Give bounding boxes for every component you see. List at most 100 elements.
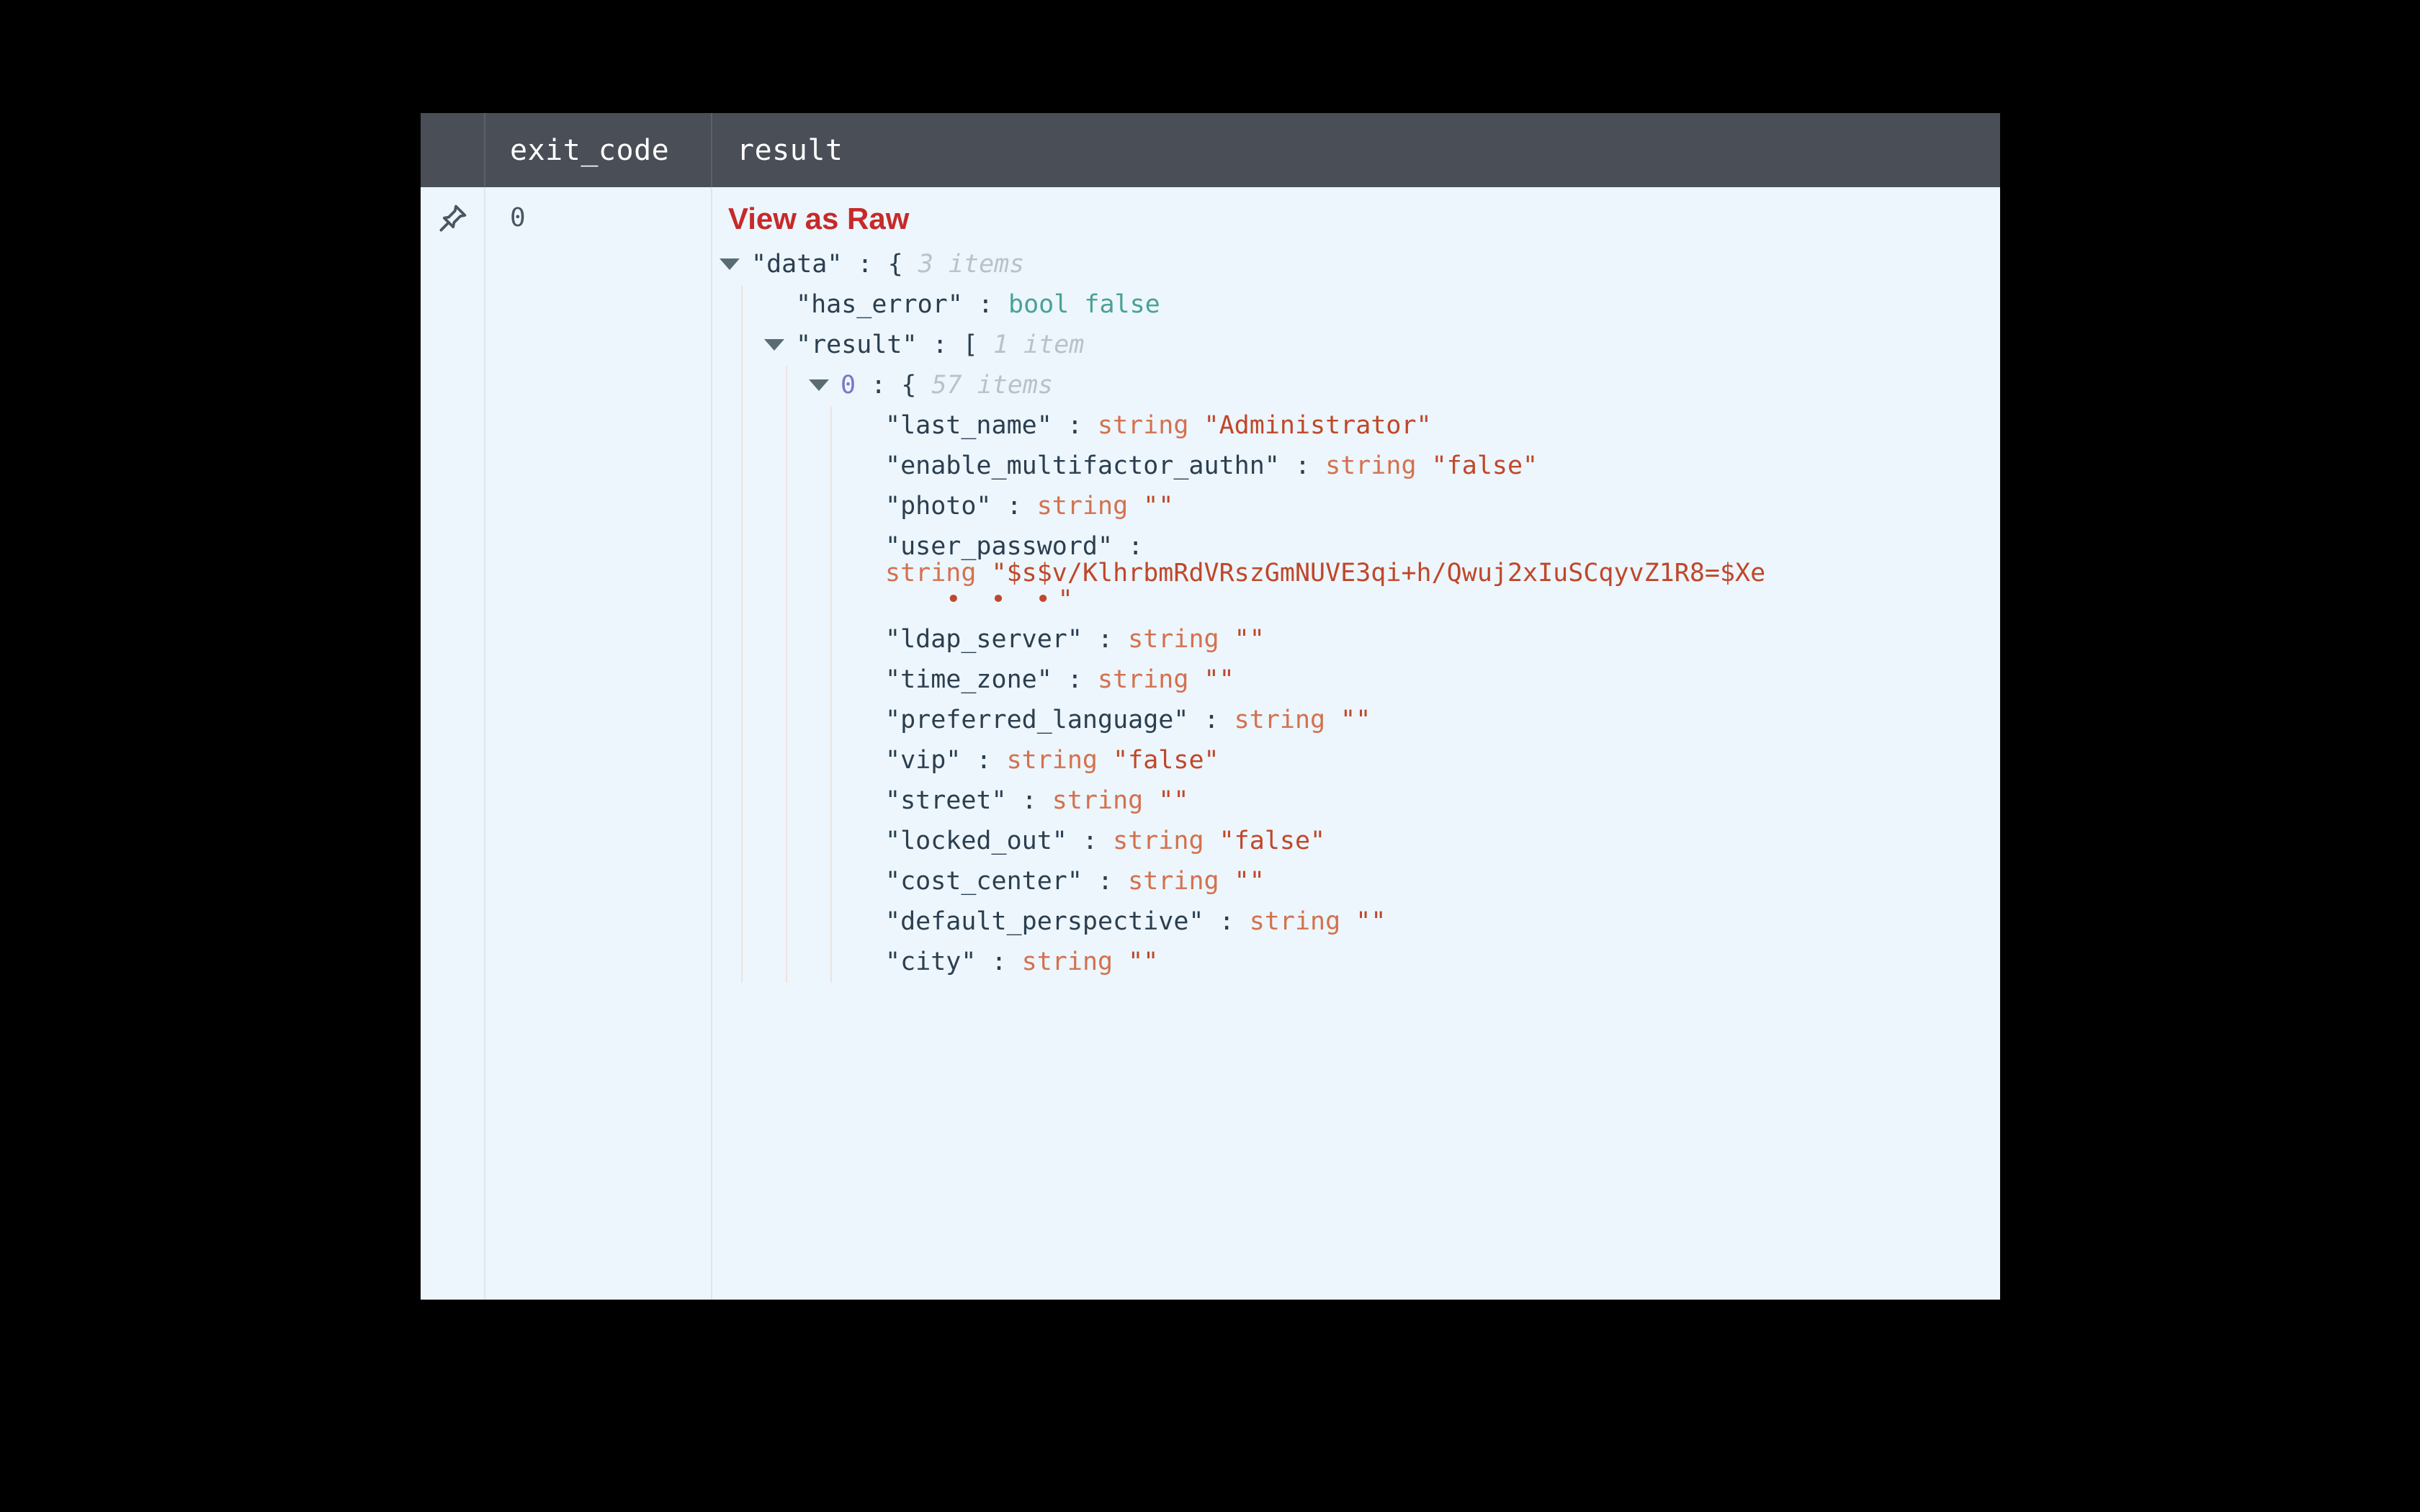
json-separator: : xyxy=(917,330,963,359)
json-row-ldap_server: "ldap_server" : string "" xyxy=(728,620,2000,660)
json-array-index: 0 xyxy=(841,371,856,400)
json-separator: : xyxy=(1067,827,1113,856)
json-string-close-quote: " xyxy=(1057,585,1073,615)
result-cell: View as Raw "data" : { 3 items "has_error… xyxy=(711,187,2000,1300)
json-item-count: 3 items xyxy=(918,250,1025,279)
column-header-result[interactable]: result xyxy=(711,113,2000,187)
json-type-label: string xyxy=(1234,706,1341,735)
json-key: "default_perspective" xyxy=(885,907,1204,937)
json-brace: { xyxy=(887,250,918,279)
json-brace: { xyxy=(901,371,932,400)
json-type-label: string xyxy=(1052,786,1159,816)
pin-icon[interactable] xyxy=(435,202,470,236)
json-row-cost_center: "cost_center" : string "" xyxy=(728,862,2000,902)
json-row-street: "street" : string "" xyxy=(728,781,2000,822)
json-separator: : xyxy=(1279,451,1326,480)
json-key: "street" xyxy=(885,786,1007,816)
json-item-count: 1 item xyxy=(992,330,1085,359)
json-separator: : xyxy=(1204,907,1250,937)
view-as-raw-link[interactable]: View as Raw xyxy=(728,202,909,236)
json-key: "enable_multifactor_authn" xyxy=(885,451,1280,480)
json-type-label: string xyxy=(1036,492,1144,521)
pin-cell[interactable] xyxy=(421,187,484,1300)
result-panel: exit_code result 0 View as Raw "data" : … xyxy=(421,113,2000,1300)
json-string-value: "false" xyxy=(1431,451,1538,480)
json-item-count: 57 items xyxy=(931,371,1054,400)
column-header-exit-code[interactable]: exit_code xyxy=(484,113,711,187)
json-key: "result" xyxy=(796,330,918,359)
json-key: "last_name" xyxy=(885,411,1052,440)
json-truncation-ellipsis: • • • xyxy=(946,585,1058,615)
json-key: "data" xyxy=(751,250,843,279)
json-type-label: string xyxy=(1098,665,1204,695)
table-row: 0 View as Raw "data" : { 3 items "has_err… xyxy=(421,187,2000,1300)
json-separator: : xyxy=(1188,706,1234,735)
json-type-label: bool xyxy=(1008,290,1085,319)
chevron-down-icon[interactable] xyxy=(720,258,740,270)
chevron-down-icon[interactable] xyxy=(764,339,784,351)
json-string-value: "" xyxy=(1158,786,1189,816)
json-separator: : xyxy=(1052,665,1098,695)
json-separator: : xyxy=(1082,867,1129,896)
json-row-default_perspective: "default_perspective" : string "" xyxy=(728,902,2000,942)
json-key: "has_error" xyxy=(796,290,963,319)
json-type-label: string xyxy=(1128,867,1234,896)
json-row-user_password: "user_password" : string "$s$v/KlhrbmRdV… xyxy=(728,527,2000,620)
json-separator: : xyxy=(1113,532,1144,561)
json-row-time_zone: "time_zone" : string "" xyxy=(728,660,2000,701)
json-type-label: string xyxy=(1113,827,1219,856)
json-key: "preferred_language" xyxy=(885,706,1189,735)
json-separator: : xyxy=(856,371,902,400)
chevron-down-icon[interactable] xyxy=(809,379,829,391)
json-string-value: "Administrator" xyxy=(1204,411,1432,440)
json-row-index0[interactable]: 0 : { 57 items xyxy=(728,366,2000,406)
json-row-result[interactable]: "result" : [ 1 item xyxy=(728,325,2000,366)
json-row-preferred_language: "preferred_language" : string "" xyxy=(728,701,2000,741)
indent-guide-line xyxy=(786,366,787,983)
json-row-vip: "vip" : string "false" xyxy=(728,741,2000,781)
column-header-pin xyxy=(421,113,484,187)
json-row-last_name: "last_name" : string "Administrator" xyxy=(728,406,2000,446)
json-row-data[interactable]: "data" : { 3 items xyxy=(720,245,2000,285)
screen-root: exit_code result 0 View as Raw "data" : … xyxy=(0,0,2420,1512)
json-string-value: "" xyxy=(1355,907,1386,937)
table-header-row: exit_code result xyxy=(421,113,2000,187)
json-string-value: "" xyxy=(1143,492,1174,521)
json-separator: : xyxy=(842,250,888,279)
exit-code-cell: 0 xyxy=(484,187,711,1300)
json-tree: "data" : { 3 items "has_error" : bool fal… xyxy=(720,245,2000,983)
json-type-label: string xyxy=(1021,948,1129,977)
json-key: "locked_out" xyxy=(885,827,1067,856)
json-key: "vip" xyxy=(885,746,962,775)
json-string-value: "" xyxy=(1234,625,1265,654)
json-bool-value: false xyxy=(1084,290,1160,319)
exit-code-value: 0 xyxy=(510,203,526,233)
indent-guide-line xyxy=(741,285,743,983)
json-brace: [ xyxy=(962,330,993,359)
json-separator: : xyxy=(961,746,1007,775)
json-string-value: "false" xyxy=(1113,746,1219,775)
json-type-label: string xyxy=(1128,625,1234,654)
json-row-photo: "photo" : string "" xyxy=(728,487,2000,527)
json-separator: : xyxy=(1006,786,1052,816)
json-separator: : xyxy=(962,290,1009,319)
json-type-label: string xyxy=(1249,907,1356,937)
json-string-value: "" xyxy=(1128,948,1159,977)
json-type-label: string xyxy=(1006,746,1113,775)
json-key: "city" xyxy=(885,948,977,977)
json-separator: : xyxy=(1052,411,1098,440)
json-string-value: "" xyxy=(1204,665,1234,695)
json-type-label: string xyxy=(885,559,992,588)
json-separator: : xyxy=(991,492,1037,521)
json-string-value: "" xyxy=(1340,706,1371,735)
json-key: "user_password" xyxy=(885,532,1113,561)
json-key: "cost_center" xyxy=(885,867,1083,896)
json-string-value: "" xyxy=(1234,867,1265,896)
json-key: "time_zone" xyxy=(885,665,1052,695)
json-string-value: "false" xyxy=(1219,827,1326,856)
json-row-enable_multifactor_authn: "enable_multifactor_authn" : string "fal… xyxy=(728,446,2000,487)
json-row-city: "city" : string "" xyxy=(728,942,2000,983)
json-separator: : xyxy=(976,948,1022,977)
json-key: "photo" xyxy=(885,492,992,521)
json-type-label: string xyxy=(1325,451,1432,480)
